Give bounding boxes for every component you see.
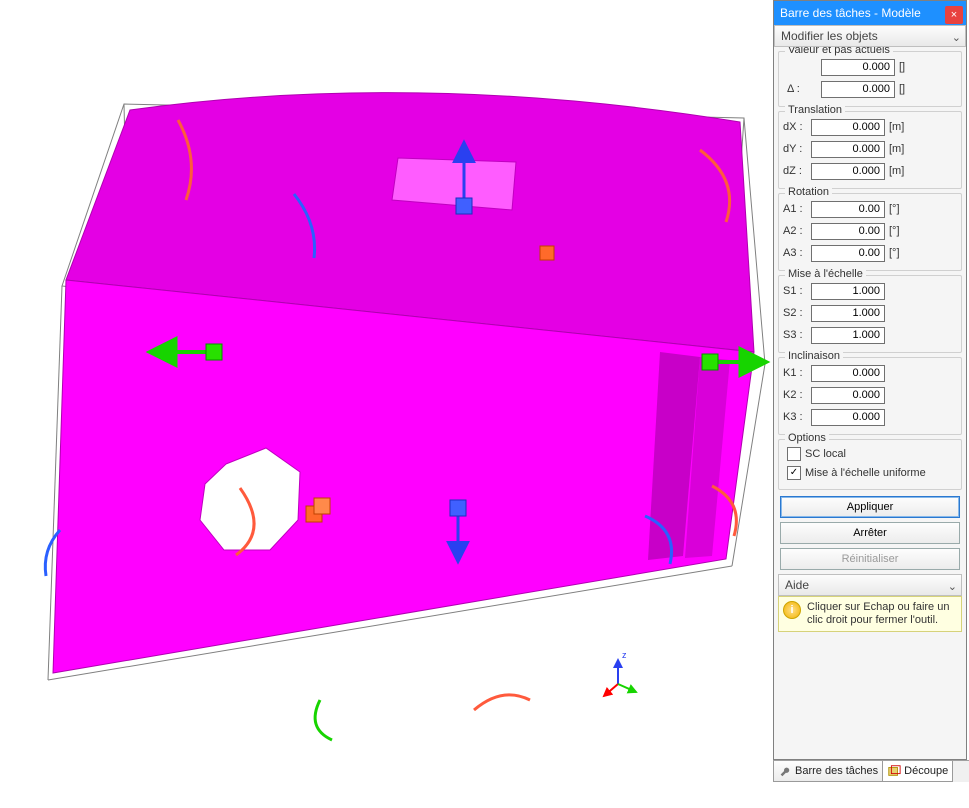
- tab-taskbar[interactable]: Barre des tâches: [773, 761, 883, 782]
- group-label: Options: [785, 432, 829, 444]
- option-sc-local[interactable]: SC local: [783, 445, 957, 463]
- dx-input[interactable]: [811, 119, 885, 136]
- step-input[interactable]: [821, 81, 895, 98]
- checkbox-icon: [787, 466, 801, 480]
- delta-label: Δ :: [787, 83, 807, 95]
- s2-input[interactable]: [811, 305, 885, 322]
- s1-input[interactable]: [811, 283, 885, 300]
- group-rotation: Rotation A1 : [°] A2 : [°] A3 : [°]: [778, 193, 962, 271]
- chevron-down-icon: ⌄: [952, 28, 961, 48]
- option-label: SC local: [805, 448, 846, 460]
- help-section: Aide ⌄ i Cliquer sur Echap ou faire un c…: [774, 574, 966, 632]
- chevron-down-icon: ⌄: [948, 577, 957, 597]
- panel-titlebar[interactable]: Barre des tâches - Modèle ×: [774, 1, 966, 25]
- a2-input[interactable]: [811, 223, 885, 240]
- row-value: []: [783, 56, 957, 78]
- value-unit: []: [895, 61, 923, 73]
- s3-input[interactable]: [811, 327, 885, 344]
- k2-input[interactable]: [811, 387, 885, 404]
- group-value-step: Valeur et pas actuels [] Δ : []: [778, 51, 962, 107]
- cut-box-icon: [887, 764, 901, 778]
- group-translation: Translation dX : [m] dY : [m] dZ : [m]: [778, 111, 962, 189]
- svg-text:z: z: [622, 650, 627, 660]
- step-unit: []: [895, 83, 923, 95]
- apply-button[interactable]: Appliquer: [780, 496, 960, 518]
- group-label: Mise à l'échelle: [785, 268, 866, 280]
- viewport-3d[interactable]: z: [0, 0, 773, 760]
- value-input[interactable]: [821, 59, 895, 76]
- dz-input[interactable]: [811, 163, 885, 180]
- group-options: Options SC local Mise à l'échelle unifor…: [778, 439, 962, 490]
- help-header-label: Aide: [785, 578, 809, 592]
- panel-close-button[interactable]: ×: [945, 6, 963, 24]
- wrench-icon: [778, 764, 792, 778]
- task-panel: Barre des tâches - Modèle × Modifier les…: [773, 0, 967, 760]
- group-label: Valeur et pas actuels: [785, 47, 893, 56]
- option-uniform-scale[interactable]: Mise à l'échelle uniforme: [783, 464, 957, 482]
- section-toggle[interactable]: Modifier les objets ⌄: [774, 25, 966, 47]
- section-toggle-label: Modifier les objets: [781, 29, 878, 43]
- k1-input[interactable]: [811, 365, 885, 382]
- dy-input[interactable]: [811, 141, 885, 158]
- option-label: Mise à l'échelle uniforme: [805, 467, 926, 479]
- group-inclination: Inclinaison K1 : K2 : K3 :: [778, 357, 962, 435]
- bottom-tab-bar: Barre des tâches Découpe: [773, 760, 969, 782]
- tab-cut[interactable]: Découpe: [882, 761, 953, 782]
- panel-title-text: Barre des tâches - Modèle: [780, 1, 921, 25]
- a1-input[interactable]: [811, 201, 885, 218]
- group-label: Inclinaison: [785, 350, 843, 362]
- help-header[interactable]: Aide ⌄: [778, 574, 962, 596]
- tab-label: Découpe: [904, 765, 948, 777]
- group-label: Translation: [785, 104, 845, 116]
- help-box: i Cliquer sur Echap ou faire un clic dro…: [778, 596, 962, 632]
- panel-body: Valeur et pas actuels [] Δ : [] Translat…: [774, 47, 966, 759]
- group-label: Rotation: [785, 186, 832, 198]
- row-step: Δ : []: [783, 78, 957, 100]
- reset-button: Réinitialiser: [780, 548, 960, 570]
- checkbox-icon: [787, 447, 801, 461]
- info-icon: i: [783, 601, 801, 619]
- group-scale: Mise à l'échelle S1 : S2 : S3 :: [778, 275, 962, 353]
- a3-input[interactable]: [811, 245, 885, 262]
- help-text: Cliquer sur Echap ou faire un clic droit…: [807, 601, 957, 627]
- stop-button[interactable]: Arrêter: [780, 522, 960, 544]
- k3-input[interactable]: [811, 409, 885, 426]
- tab-label: Barre des tâches: [795, 765, 878, 777]
- close-icon: ×: [951, 3, 957, 27]
